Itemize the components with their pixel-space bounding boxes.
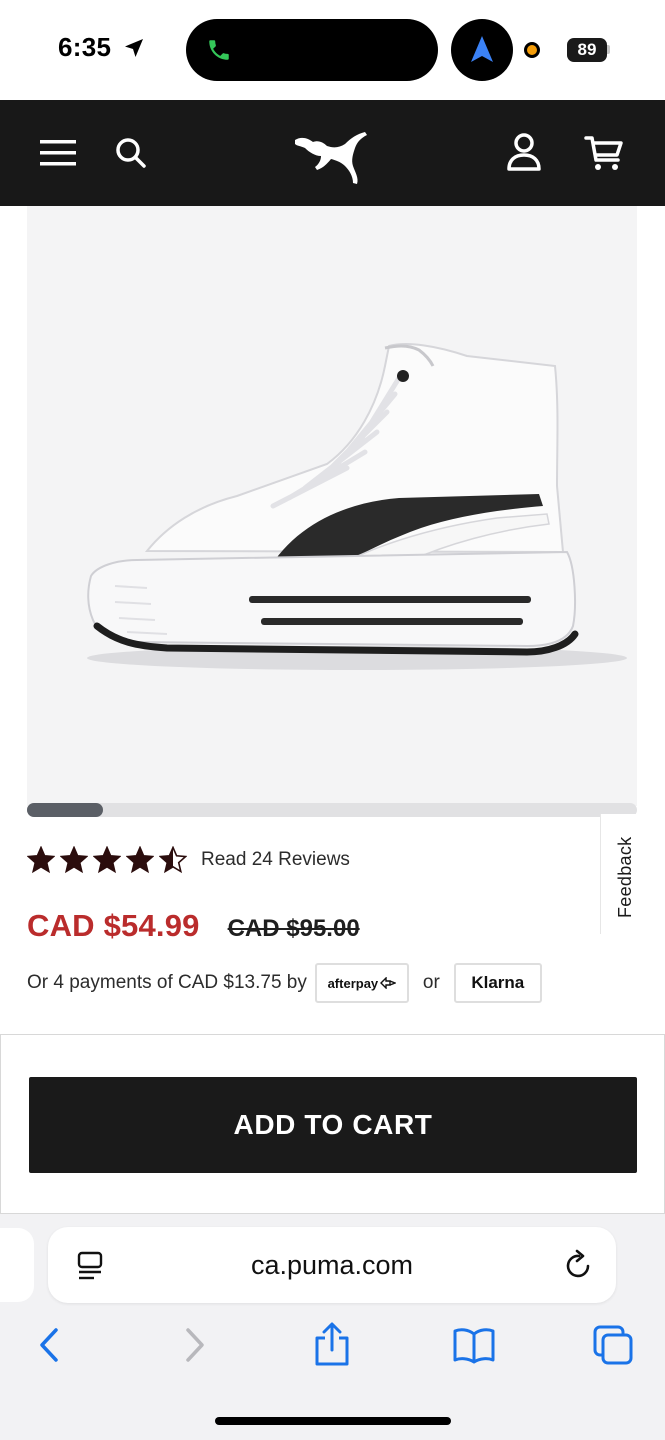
back-icon[interactable]	[36, 1326, 64, 1364]
afterpay-label: afterpay	[327, 975, 379, 991]
address-bar[interactable]: ca.puma.com	[48, 1227, 616, 1303]
or-text: or	[422, 972, 440, 993]
status-time: 6:35	[58, 32, 112, 62]
product-image[interactable]	[27, 206, 637, 806]
add-to-cart-button[interactable]: ADD TO CART	[29, 1077, 637, 1173]
sneaker-illustration	[87, 343, 627, 670]
sale-price: CAD $54.99	[27, 908, 200, 943]
star-icon	[159, 846, 187, 874]
klarna-label: Klarna	[471, 973, 525, 992]
star-icon	[27, 846, 55, 874]
battery-cap	[607, 45, 610, 54]
site-header	[0, 100, 665, 206]
forward-icon[interactable]	[180, 1326, 208, 1364]
reload-icon[interactable]	[564, 1249, 594, 1281]
previous-tab-peek[interactable]	[0, 1228, 34, 1302]
feedback-tab[interactable]: Feedback	[600, 814, 664, 934]
phone-call-icon	[209, 40, 229, 60]
menu-icon[interactable]	[40, 138, 76, 168]
star-icon	[93, 846, 121, 874]
tabs-icon[interactable]	[592, 1324, 634, 1366]
afterpay-badge[interactable]: afterpay	[314, 963, 409, 1003]
star-icon	[60, 846, 88, 874]
star-icon	[126, 846, 154, 874]
navigation-activity[interactable]	[451, 19, 513, 81]
read-reviews-link[interactable]: Read 24 Reviews	[201, 849, 350, 871]
recording-dot-icon	[524, 42, 540, 58]
status-bar: 6:35 89	[0, 0, 665, 100]
installment-text: Or 4 payments of CAD $13.75 by	[27, 972, 307, 993]
navigation-icon	[471, 36, 493, 62]
share-icon[interactable]	[313, 1322, 351, 1368]
rating-row[interactable]: Read 24 Reviews	[27, 842, 350, 878]
search-icon[interactable]	[114, 136, 148, 170]
feedback-label: Feedback	[615, 836, 635, 918]
installment-payment-row: Or 4 payments of CAD $13.75 by afterpay …	[27, 962, 542, 1004]
dynamic-island[interactable]	[186, 19, 438, 81]
price-row: CAD $54.99 CAD $95.00	[27, 908, 360, 954]
original-price: CAD $95.00	[227, 915, 360, 942]
screen: 6:35 89 Read 24 Reviews Feedback CAD $54…	[0, 0, 665, 1440]
image-carousel-scrollbar[interactable]	[27, 803, 637, 817]
account-icon[interactable]	[505, 132, 543, 172]
puma-logo[interactable]	[293, 126, 371, 188]
home-indicator	[215, 1417, 451, 1425]
battery-icon: 89	[567, 38, 607, 62]
star-rating	[27, 846, 187, 874]
page-settings-icon[interactable]	[76, 1251, 104, 1281]
afterpay-loop-icon	[380, 977, 397, 989]
klarna-badge[interactable]: Klarna	[453, 963, 542, 1003]
cart-icon[interactable]	[584, 134, 624, 172]
bookmarks-icon[interactable]	[452, 1326, 496, 1364]
url-text[interactable]: ca.puma.com	[48, 1227, 616, 1303]
carousel-scroll-thumb[interactable]	[27, 803, 103, 817]
add-to-cart-panel: ADD TO CART	[0, 1034, 665, 1214]
location-arrow-icon	[125, 39, 143, 57]
